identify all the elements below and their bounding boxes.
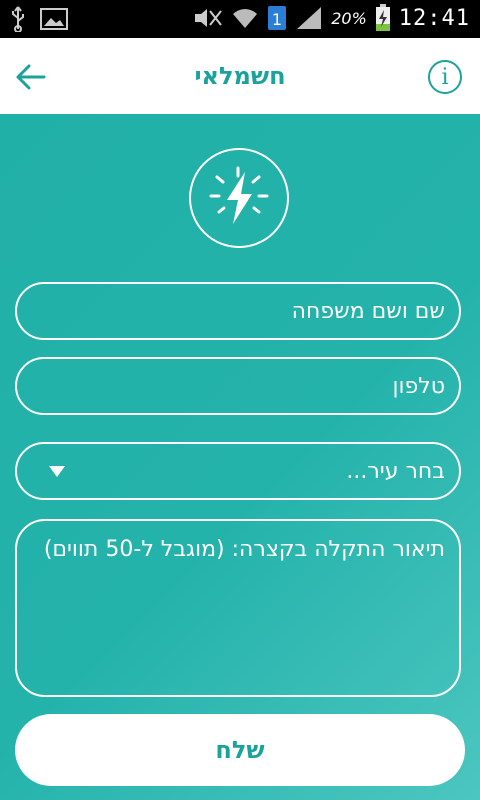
phone-input[interactable] bbox=[17, 359, 459, 413]
image-icon bbox=[40, 7, 68, 31]
svg-text:1: 1 bbox=[272, 10, 282, 29]
service-logo bbox=[189, 148, 289, 248]
city-select[interactable]: בחר עיר... bbox=[15, 442, 461, 500]
wifi-icon bbox=[231, 6, 259, 30]
full-name-input[interactable] bbox=[17, 284, 459, 338]
mute-icon bbox=[193, 7, 223, 29]
info-icon: i bbox=[441, 64, 449, 90]
app-bar: חשמלאי i bbox=[0, 38, 480, 114]
clock: 12:41 bbox=[398, 5, 470, 31]
full-name-field[interactable] bbox=[15, 282, 461, 340]
main-content: בחר עיר... שלח bbox=[0, 114, 480, 800]
battery-percent: 20% bbox=[331, 8, 367, 28]
sim-badge-icon: 1 bbox=[267, 5, 287, 31]
description-field[interactable] bbox=[15, 519, 461, 697]
send-button[interactable]: שלח bbox=[15, 714, 465, 786]
battery-charging-icon bbox=[375, 4, 391, 32]
city-select-label: בחר עיר... bbox=[346, 459, 445, 484]
description-textarea[interactable] bbox=[17, 521, 459, 695]
dropdown-arrow-icon bbox=[49, 466, 65, 477]
lightning-bolt-icon bbox=[209, 166, 269, 224]
phone-field[interactable] bbox=[15, 357, 461, 415]
info-button[interactable]: i bbox=[428, 60, 462, 94]
status-bar-right: 1 20% 12:41 bbox=[193, 4, 470, 32]
status-bar: 1 20% 12:41 bbox=[0, 0, 480, 38]
usb-icon bbox=[10, 6, 26, 32]
page-title: חשמלאי bbox=[194, 62, 286, 90]
signal-icon bbox=[295, 5, 323, 31]
status-bar-left bbox=[10, 6, 68, 32]
